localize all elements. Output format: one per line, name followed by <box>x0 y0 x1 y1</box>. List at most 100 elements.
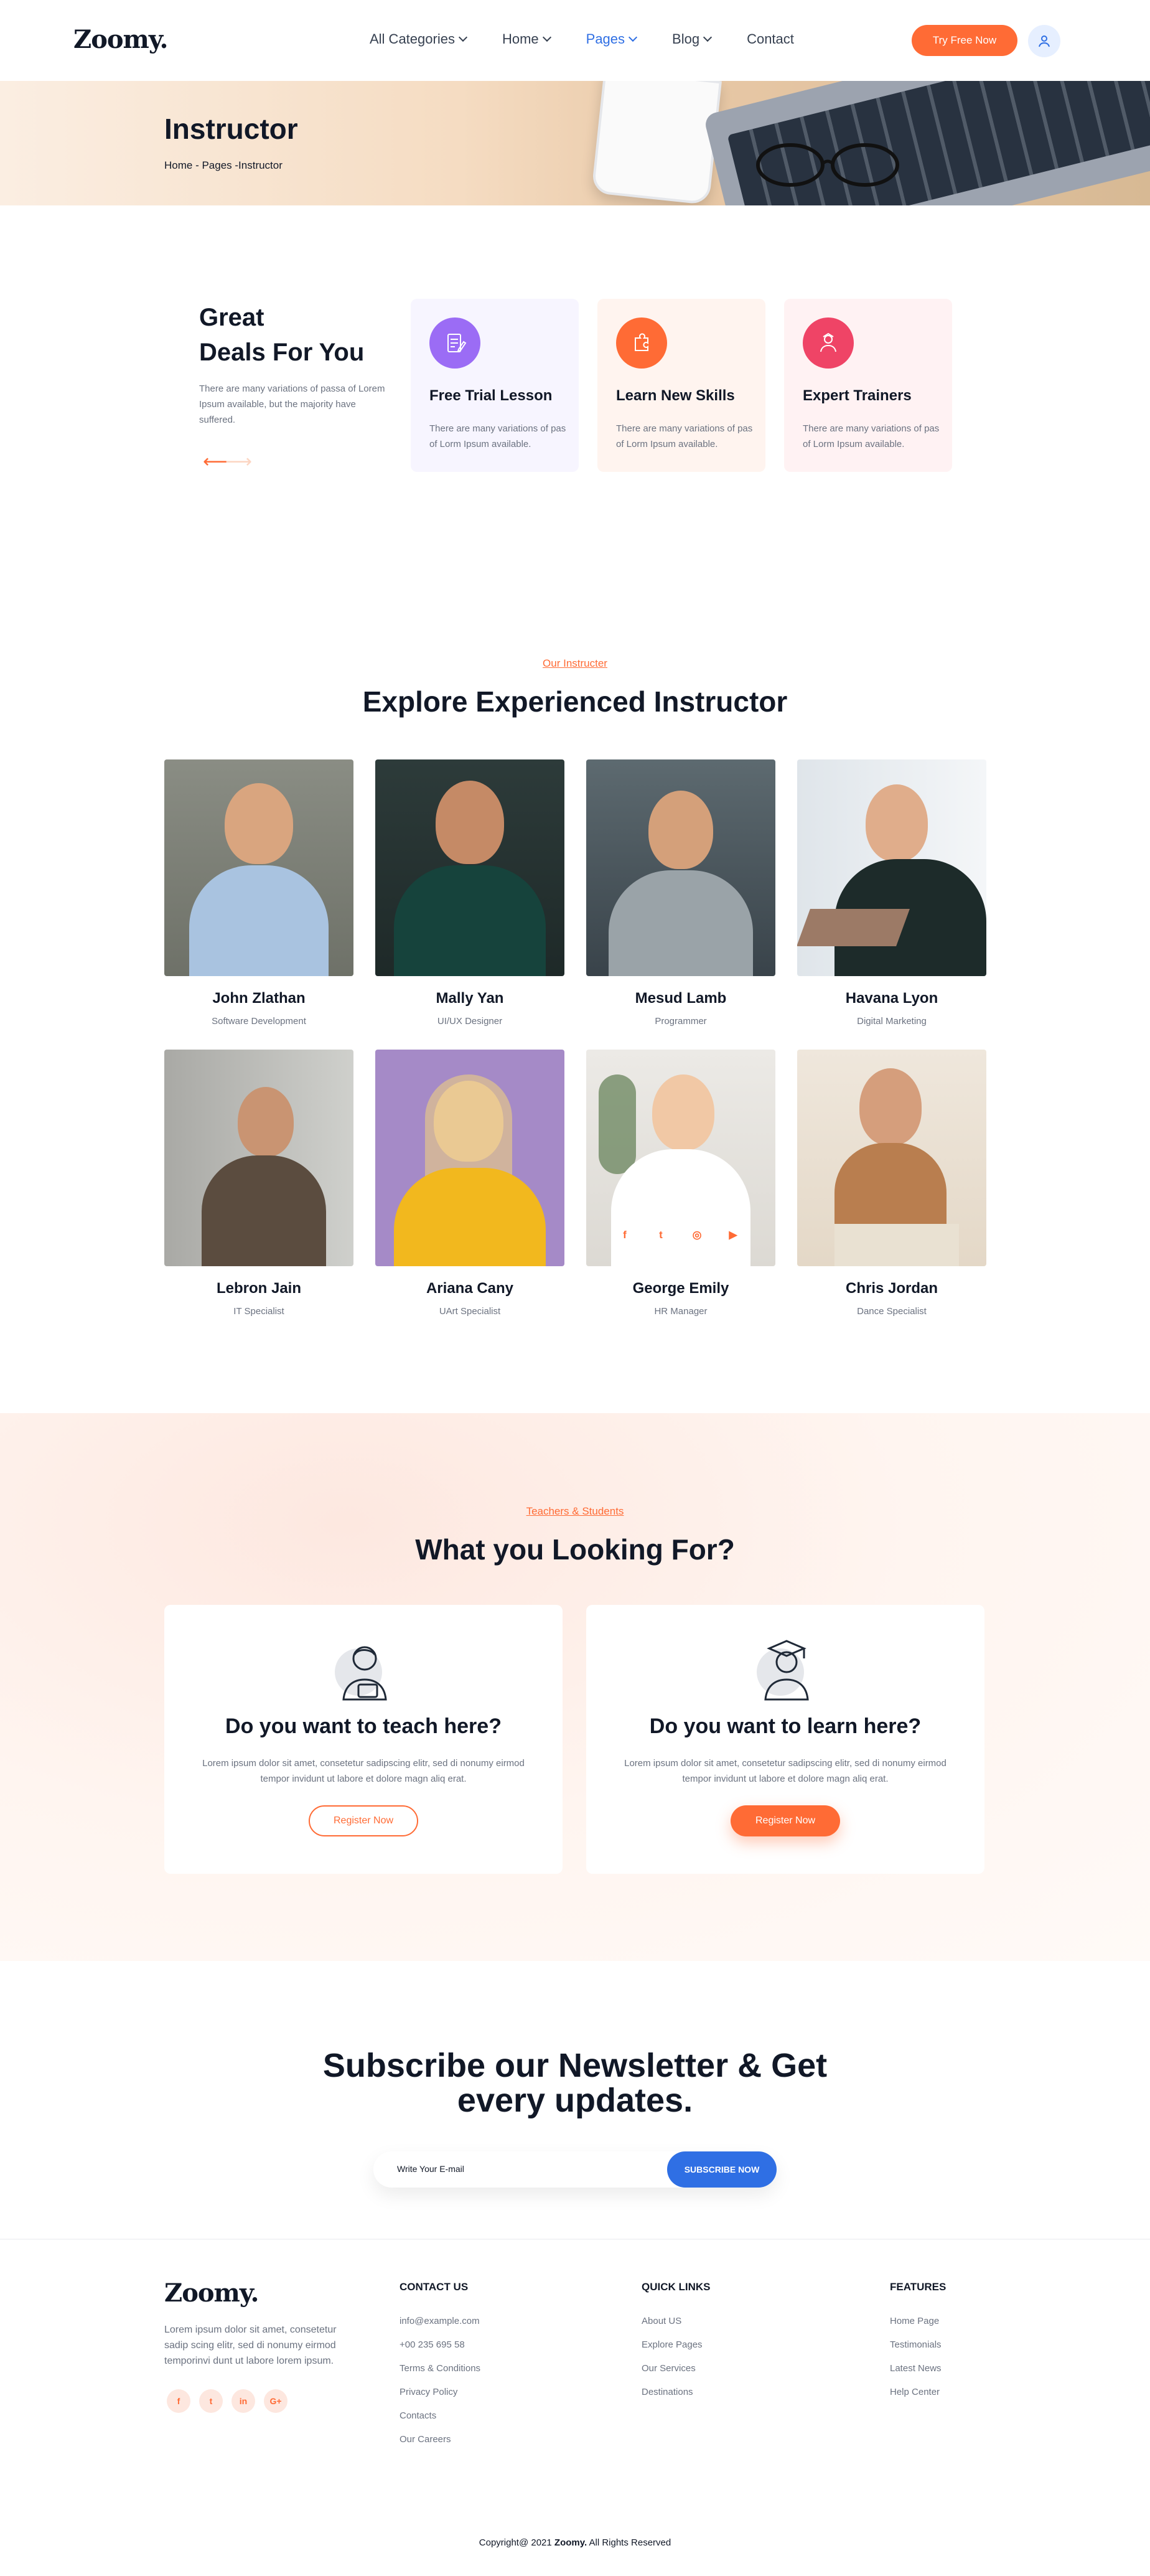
learn-card: Do you want to learn here? Lorem ipsum d… <box>586 1605 984 1874</box>
instructor-photo: f t ◎ ▶ <box>586 1050 775 1266</box>
deal-card-new-skills[interactable]: Learn New Skills There are many variatio… <box>597 299 765 472</box>
newsletter-form: Write Your E-mail SUBSCRIBE NOW <box>373 2151 777 2188</box>
footer-link[interactable]: Destinations <box>642 2387 711 2397</box>
instructor-name: Chris Jordan <box>845 1280 938 1297</box>
register-teach-button[interactable]: Register Now <box>309 1805 418 1836</box>
instructor-card[interactable]: Mally Yan UI/UX Designer <box>375 759 564 1027</box>
nav-item-all-categories[interactable]: All Categories <box>370 31 468 47</box>
instructor-name: Ariana Cany <box>426 1280 514 1297</box>
instructor-socials: f t ◎ ▶ <box>611 1221 747 1249</box>
email-input[interactable]: Write Your E-mail <box>397 2164 464 2174</box>
chevron-down-icon <box>628 32 638 42</box>
teach-card: Do you want to teach here? Lorem ipsum d… <box>164 1605 563 1874</box>
look-card-title: Do you want to teach here? <box>225 1714 502 1738</box>
instructor-card[interactable]: John Zlathan Software Development <box>164 759 353 1027</box>
twitter-icon[interactable]: t <box>647 1221 675 1249</box>
look-card-text: Lorem ipsum dolor sit amet, consetetur s… <box>624 1758 947 1784</box>
deals-heading-line: Deals For You <box>199 339 365 366</box>
instructor-photo <box>797 759 986 976</box>
puzzle-icon <box>616 317 667 369</box>
instructor-role: UI/UX Designer <box>437 1016 503 1027</box>
nav-item-pages[interactable]: Pages <box>586 31 638 47</box>
user-icon <box>1039 35 1050 47</box>
footer-heading: CONTACT US <box>400 2281 469 2293</box>
instructor-role: Software Development <box>212 1016 306 1027</box>
instructor-role: IT Specialist <box>233 1306 284 1317</box>
instructor-card[interactable]: Chris Jordan Dance Specialist <box>797 1050 986 1317</box>
looking-eyebrow[interactable]: Teachers & Students <box>0 1505 1150 1518</box>
footer-heading: QUICK LINKS <box>642 2281 711 2293</box>
deals-heading-line: Great <box>199 304 264 331</box>
nav-label: Pages <box>586 31 625 47</box>
deal-card-free-trial[interactable]: Free Trial Lesson There are many variati… <box>411 299 579 472</box>
document-icon <box>429 317 480 369</box>
hero-glasses-image <box>756 143 899 187</box>
footer-link[interactable]: Explore Pages <box>642 2339 711 2350</box>
footer-link[interactable]: Help Center <box>890 2387 946 2397</box>
logo[interactable]: Zoomy. <box>73 25 168 54</box>
deal-card-title: Expert Trainers <box>803 387 912 404</box>
eyebrow-text: Our Instructer <box>543 657 607 669</box>
youtube-icon[interactable]: ▶ <box>719 1221 747 1249</box>
twitter-icon[interactable]: t <box>199 2389 223 2413</box>
instructors-title: Explore Experienced Instructor <box>362 685 788 718</box>
arrow-right-icon[interactable]: ⟶ <box>225 451 252 472</box>
user-account-button[interactable] <box>1028 25 1060 57</box>
facebook-icon[interactable]: f <box>167 2389 190 2413</box>
footer-link[interactable]: Latest News <box>890 2363 946 2374</box>
nav-item-home[interactable]: Home <box>502 31 551 47</box>
main-nav: All Categories Home Pages Blog Contact <box>370 31 830 47</box>
look-card-title: Do you want to learn here? <box>649 1714 922 1738</box>
nav-item-contact[interactable]: Contact <box>747 31 794 47</box>
try-free-button[interactable]: Try Free Now <box>912 25 1017 56</box>
chevron-down-icon <box>703 32 713 42</box>
footer-link[interactable]: info@example.com <box>400 2316 480 2326</box>
instructor-card[interactable]: Lebron Jain IT Specialist <box>164 1050 353 1317</box>
instructor-card[interactable]: Havana Lyon Digital Marketing <box>797 759 986 1027</box>
linkedin-icon[interactable]: in <box>231 2389 255 2413</box>
copyright-suffix: All Rights Reserved <box>589 2537 671 2548</box>
instructor-name: Mesud Lamb <box>635 990 727 1007</box>
instructor-card[interactable]: Mesud Lamb Programmer <box>586 759 775 1027</box>
nav-item-blog[interactable]: Blog <box>672 31 713 47</box>
subscribe-button[interactable]: SUBSCRIBE NOW <box>667 2151 777 2188</box>
instructor-name: Mally Yan <box>436 990 504 1007</box>
deals-heading: Great Deals For You <box>199 300 364 370</box>
register-learn-button[interactable]: Register Now <box>731 1805 840 1836</box>
instructor-card[interactable]: Ariana Cany UArt Specialist <box>375 1050 564 1317</box>
instructor-name: Havana Lyon <box>845 990 938 1007</box>
deal-card-title: Learn New Skills <box>616 387 735 404</box>
instructor-role: Dance Specialist <box>857 1306 927 1317</box>
deal-card-text: There are many variations of pas of Lorm… <box>616 423 753 449</box>
nav-label: Blog <box>672 31 700 47</box>
footer-link[interactable]: Privacy Policy <box>400 2387 480 2397</box>
footer-link[interactable]: Testimonials <box>890 2339 946 2350</box>
hero-phone-image <box>591 81 722 205</box>
instructors-eyebrow[interactable]: Our Instructer <box>0 657 1150 670</box>
footer-link[interactable]: Our Careers <box>400 2434 480 2445</box>
footer-logo[interactable]: Zoomy. <box>164 2278 259 2308</box>
teacher-icon <box>335 1646 387 1701</box>
instructor-card[interactable]: f t ◎ ▶ George Emily HR Manager <box>586 1050 775 1317</box>
newsletter-title-line: every updates. <box>457 2082 693 2119</box>
footer-link[interactable]: Our Services <box>642 2363 711 2374</box>
instructor-role: Digital Marketing <box>857 1016 927 1027</box>
eyebrow-text: Teachers & Students <box>526 1505 624 1517</box>
google-plus-icon[interactable]: G+ <box>264 2389 288 2413</box>
copyright-prefix: Copyright@ 2021 <box>479 2537 552 2548</box>
breadcrumb[interactable]: Home - Pages -Instructor <box>164 159 283 172</box>
footer-contact-column: CONTACT US info@example.com +00 235 695 … <box>400 2281 480 2458</box>
instructor-name: John Zlathan <box>212 990 306 1007</box>
footer-link[interactable]: Terms & Conditions <box>400 2363 480 2374</box>
footer-link[interactable]: Home Page <box>890 2316 946 2326</box>
footer-link[interactable]: Contacts <box>400 2410 480 2421</box>
footer-link[interactable]: About US <box>642 2316 711 2326</box>
newsletter-title: Subscribe our Newsletter & Get every upd… <box>0 2048 1150 2118</box>
instructor-photo <box>375 1050 564 1266</box>
deal-card-expert-trainers[interactable]: Expert Trainers There are many variation… <box>784 299 952 472</box>
facebook-icon[interactable]: f <box>611 1221 638 1249</box>
footer-link[interactable]: +00 235 695 58 <box>400 2339 480 2350</box>
instructor-role: UArt Specialist <box>439 1306 501 1317</box>
instagram-icon[interactable]: ◎ <box>683 1221 711 1249</box>
looking-title: What you Looking For? <box>415 1533 735 1566</box>
